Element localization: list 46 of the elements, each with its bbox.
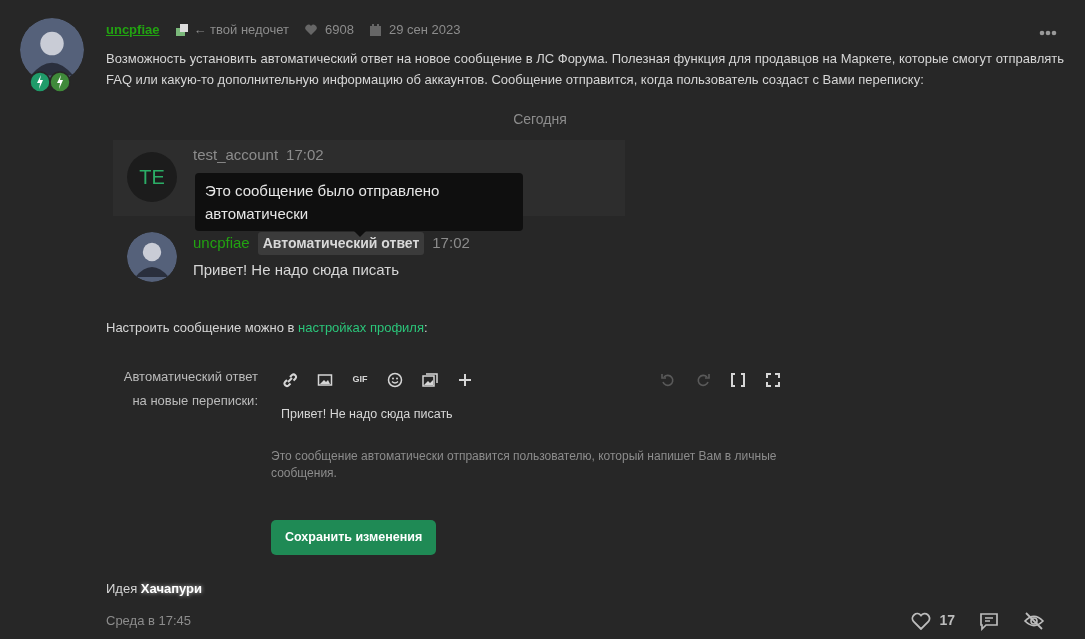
avatar (127, 231, 177, 282)
hint-text: : (424, 319, 428, 335)
tooltip-text: Это сообщение было отправлено автоматически (195, 172, 523, 231)
comment-icon (979, 610, 999, 631)
smiley-icon (387, 372, 403, 388)
calendar-icon (370, 23, 381, 36)
comment-button[interactable] (979, 610, 999, 631)
gif-button[interactable]: GIF (347, 367, 373, 393)
image-icon (317, 372, 333, 388)
gallery-icon (422, 372, 438, 388)
undo-icon (660, 372, 676, 388)
plus-icon (457, 372, 473, 388)
money-icon (175, 22, 190, 37)
message-time: 17:02 (432, 232, 470, 253)
profile-settings-link[interactable]: настройках профиля (298, 319, 424, 335)
help-text: Это сообщение автоматически отправится пользователю, который напишет Вам в личные сообщения. (271, 447, 778, 482)
post-date: 29 сен 2023 (389, 21, 461, 39)
lightning-badge-icon (29, 71, 71, 93)
message-author: test_account (193, 144, 279, 165)
post-time: Среда в 17:45 (106, 611, 192, 630)
initials-avatar: TE (127, 151, 177, 202)
message-text: Привет! Не надо сюда писать (193, 259, 400, 280)
save-button[interactable]: Сохранить изменения (271, 519, 437, 555)
link-icon (282, 372, 298, 388)
message-time: 17:02 (286, 144, 324, 165)
brackets-icon (730, 372, 746, 388)
username-link[interactable]: uncpfiae (106, 20, 160, 40)
idea-credit: Идея Хачапури (106, 579, 203, 598)
heart-icon (305, 24, 318, 36)
likes-count: 6908 (325, 21, 354, 39)
fullscreen-icon (765, 372, 781, 388)
message-input[interactable]: Привет! Не надо сюда писать (271, 397, 801, 432)
user-title: ← твой недочет (193, 21, 290, 39)
like-button[interactable]: 17 (911, 610, 955, 631)
hint-text: Настроить сообщение можно в (106, 319, 296, 335)
heart-icon (911, 611, 932, 630)
more-icon (1039, 29, 1057, 36)
eye-slash-icon (1023, 610, 1045, 631)
like-count: 17 (939, 611, 955, 630)
message-author: uncpfiae (193, 232, 250, 253)
field-label: Автоматический ответ на новые переписки: (122, 368, 258, 410)
hide-button[interactable] (1023, 610, 1045, 631)
auto-reply-badge: Автоматический ответ (257, 231, 425, 255)
redo-icon (695, 372, 711, 388)
post-body: Возможность установить автоматический ответ на новое сообщение в ЛС Форума. Полезная функция для продавцов на Маркете, которые смогут отправлять FAQ или какую-то дополнительную информацию об аккаунтов. Сообщение отправится, когда пользователь создаст с Вами переписку: (106, 49, 1065, 89)
day-divider: Сегодня (512, 109, 568, 129)
